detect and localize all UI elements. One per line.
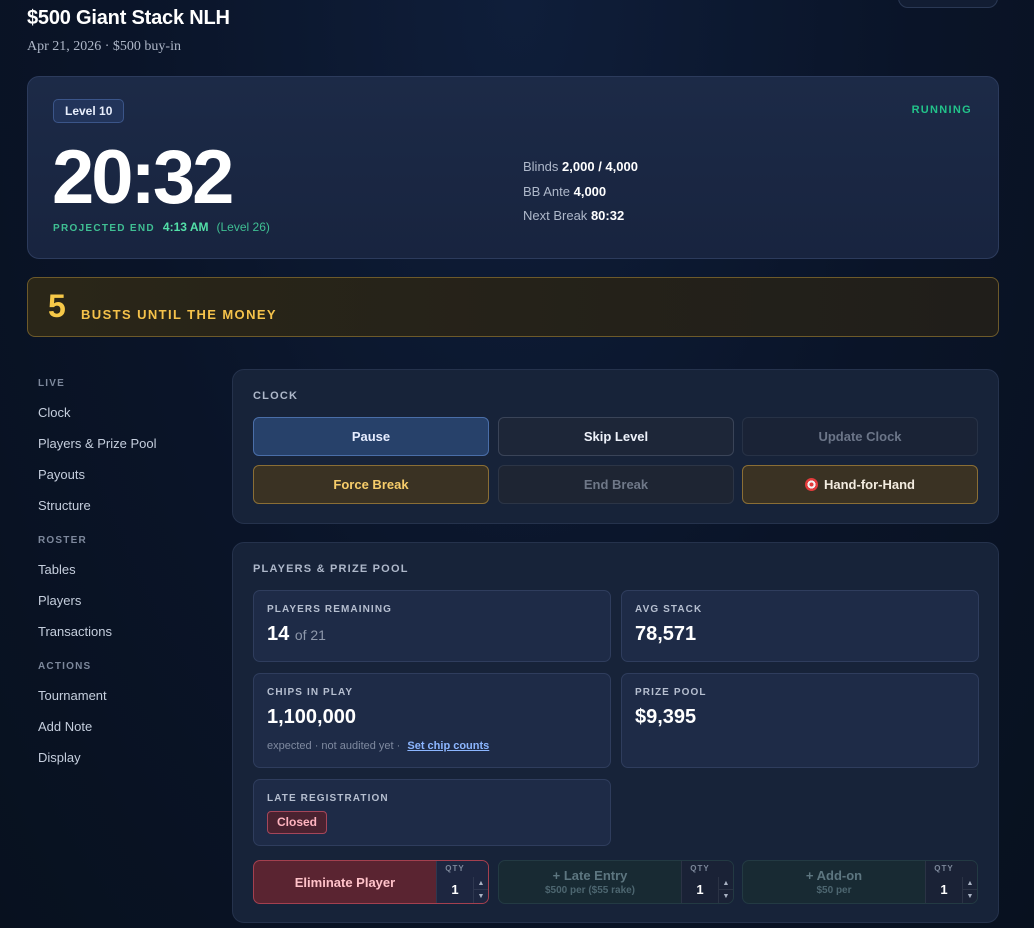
blinds-row: Blinds 2,000 / 4,000	[523, 155, 638, 180]
busts-count: 5	[48, 288, 66, 324]
players-remaining-count: 14	[267, 623, 290, 645]
avg-stack-label: AVG STACK	[635, 604, 703, 615]
avg-stack-value: 78,571	[635, 623, 697, 645]
sidebar-item-clock[interactable]: Clock	[38, 397, 218, 428]
late-registration-status-badge: Closed	[267, 811, 328, 834]
sidebar-group-roster: ROSTER	[38, 535, 87, 546]
qty-up-icon[interactable]: ▲	[963, 877, 977, 890]
players-total: of 21	[294, 627, 326, 643]
page-title: $500 Giant Stack NLH	[27, 7, 230, 29]
add-on-sub: $50 per	[816, 885, 852, 896]
update-clock-button[interactable]: Update Clock	[742, 417, 978, 456]
sidebar-item-payouts[interactable]: Payouts	[38, 459, 218, 490]
players-remaining-value: 14 of 21	[267, 623, 326, 646]
qty-label: QTY	[934, 864, 954, 873]
blinds-info: Blinds 2,000 / 4,000 BB Ante 4,000 Next …	[523, 155, 638, 229]
projected-end-level: (Level 26)	[216, 220, 270, 234]
clock-panel-heading: CLOCK	[253, 390, 299, 402]
clock-hero: Level 10 RUNNING 20:32 PROJECTED END 4:1…	[27, 76, 999, 259]
sidebar-item-tournament[interactable]: Tournament	[38, 680, 218, 711]
qty-down-icon[interactable]: ▼	[719, 890, 733, 903]
qty-down-icon[interactable]: ▼	[474, 890, 488, 903]
ante-label: BB Ante	[523, 183, 570, 199]
end-break-button[interactable]: End Break	[498, 465, 734, 504]
bubble-banner: 5 BUSTS UNTIL THE MONEY	[27, 277, 999, 337]
sidebar-item-players[interactable]: Players	[38, 585, 218, 616]
add-on-qty-stepper[interactable]: QTY 1 ▲ ▼	[925, 861, 977, 903]
eliminate-qty-value[interactable]: 1	[437, 882, 473, 897]
blinds-value: 2,000 / 4,000	[562, 159, 638, 174]
sidebar-item-structure[interactable]: Structure	[38, 490, 218, 521]
late-entry-qty-stepper[interactable]: QTY 1 ▲ ▼	[681, 861, 733, 903]
busts-label: BUSTS UNTIL THE MONEY	[81, 307, 278, 322]
add-on-button[interactable]: + Add-on $50 per	[743, 861, 925, 903]
clock-panel: CLOCK Pause Skip Level Update Clock Forc…	[232, 369, 999, 524]
sidebar-group-actions: ACTIONS	[38, 661, 92, 672]
target-icon	[805, 478, 818, 491]
qty-up-icon[interactable]: ▲	[719, 877, 733, 890]
level-badge: Level 10	[53, 99, 125, 123]
add-on-action: + Add-on $50 per QTY 1 ▲ ▼	[742, 860, 978, 904]
late-entry-button[interactable]: + Late Entry $500 per ($55 rake)	[499, 861, 681, 903]
players-prize-pool-panel: PLAYERS & PRIZE POOL PLAYERS REMAINING 1…	[232, 542, 999, 923]
header-menu-button[interactable]	[898, 0, 998, 8]
force-break-button[interactable]: Force Break	[253, 465, 489, 504]
set-chip-counts-link[interactable]: Set chip counts	[407, 740, 489, 752]
players-panel-heading: PLAYERS & PRIZE POOL	[253, 563, 409, 575]
players-remaining-label: PLAYERS REMAINING	[267, 604, 393, 615]
qty-spinner: ▲ ▼	[473, 877, 488, 903]
projected-end-time: 4:13 AM	[162, 220, 209, 234]
late-entry-action: + Late Entry $500 per ($55 rake) QTY 1 ▲…	[498, 860, 734, 904]
late-registration-label: LATE REGISTRATION	[267, 793, 389, 804]
projected-end: PROJECTED END 4:13 AM (Level 26)	[53, 220, 270, 234]
projected-end-label: PROJECTED END	[53, 223, 155, 234]
eliminate-player-button[interactable]: Eliminate Player	[254, 861, 436, 903]
prize-pool-value: $9,395	[635, 706, 697, 728]
sidebar-group-live: LIVE	[38, 378, 66, 389]
qty-label: QTY	[690, 864, 710, 873]
skip-level-button[interactable]: Skip Level	[498, 417, 734, 456]
next-break-value: 80:32	[590, 208, 625, 223]
sidebar-item-display[interactable]: Display	[38, 742, 218, 773]
prize-pool-card: PRIZE POOL $9,395	[621, 673, 979, 768]
qty-spinner: ▲ ▼	[718, 877, 733, 903]
qty-label: QTY	[445, 864, 465, 873]
prize-pool-label: PRIZE POOL	[635, 687, 707, 698]
late-entry-qty-value[interactable]: 1	[682, 882, 718, 897]
eliminate-qty-stepper[interactable]: QTY 1 ▲ ▼	[436, 861, 488, 903]
clock-time: 20:32	[52, 135, 234, 220]
chips-note: expected · not audited yet · Set chip co…	[267, 740, 489, 752]
status-badge: RUNNING	[911, 104, 972, 116]
next-break-row: Next Break 80:32	[523, 204, 638, 229]
ante-row: BB Ante 4,000	[523, 180, 638, 205]
qty-up-icon[interactable]: ▲	[474, 877, 488, 890]
next-break-label: Next Break	[523, 208, 588, 223]
ante-value: 4,000	[573, 183, 607, 199]
pause-button[interactable]: Pause	[253, 417, 489, 456]
chips-in-play-card: CHIPS IN PLAY 1,100,000 expected · not a…	[253, 673, 611, 768]
hand-for-hand-button[interactable]: Hand-for-Hand	[742, 465, 978, 504]
avg-stack-card: AVG STACK 78,571	[621, 590, 979, 662]
chips-in-play-label: CHIPS IN PLAY	[267, 687, 354, 698]
players-remaining-card: PLAYERS REMAINING 14 of 21	[253, 590, 611, 662]
sidebar: LIVE Clock Players & Prize Pool Payouts …	[38, 372, 218, 773]
sidebar-item-transactions[interactable]: Transactions	[38, 616, 218, 647]
hand-for-hand-label: Hand-for-Hand	[824, 477, 915, 492]
chips-note-text: expected · not audited yet ·	[267, 740, 401, 752]
sidebar-item-add-note[interactable]: Add Note	[38, 711, 218, 742]
add-on-qty-value[interactable]: 1	[926, 882, 962, 897]
add-on-label: + Add-on	[805, 868, 863, 883]
qty-spinner: ▲ ▼	[962, 877, 977, 903]
sidebar-item-tables[interactable]: Tables	[38, 554, 218, 585]
sidebar-item-players-prize-pool[interactable]: Players & Prize Pool	[38, 428, 218, 459]
late-entry-label: + Late Entry	[552, 868, 628, 883]
eliminate-player-action: Eliminate Player QTY 1 ▲ ▼	[253, 860, 489, 904]
late-registration-card: LATE REGISTRATION Closed	[253, 779, 611, 846]
late-entry-sub: $500 per ($55 rake)	[544, 885, 636, 896]
chips-in-play-value: 1,100,000	[267, 706, 356, 728]
qty-down-icon[interactable]: ▼	[963, 890, 977, 903]
blinds-label: Blinds	[523, 159, 559, 174]
page-subtitle: Apr 21, 2026 · $500 buy-in	[27, 39, 181, 54]
